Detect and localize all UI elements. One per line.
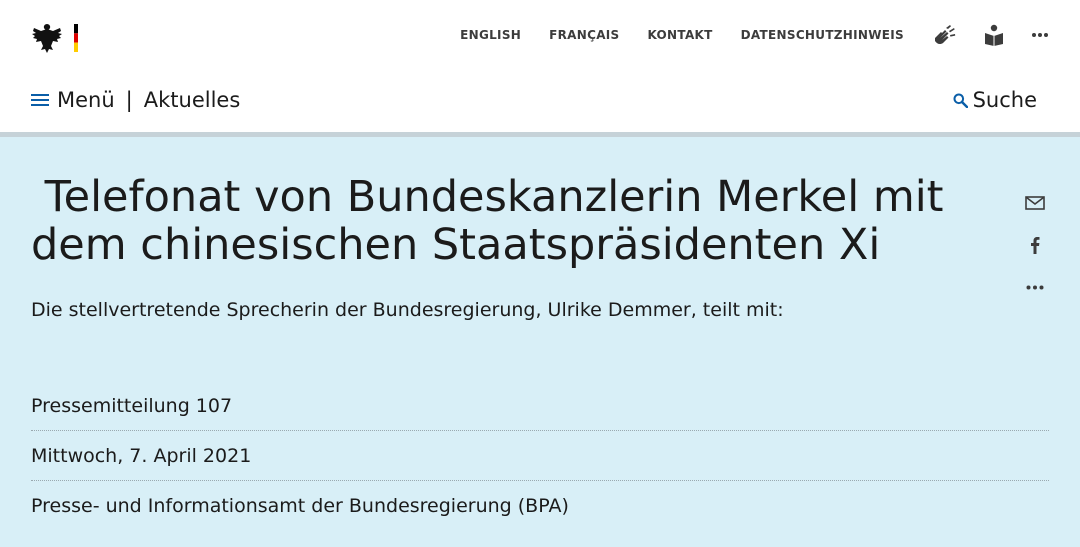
link-kontakt[interactable]: KONTAKT <box>648 28 713 42</box>
top-bar: ENGLISH FRANÇAIS KONTAKT DATENSCHUTZHINW… <box>0 0 1080 72</box>
section-label[interactable]: Aktuelles <box>144 88 241 112</box>
menu-label: Menü <box>57 88 115 112</box>
link-english[interactable]: ENGLISH <box>460 28 521 42</box>
easy-language-icon[interactable] <box>984 24 1004 46</box>
article-header: Telefonat von Bundeskanzlerin Merkel mit… <box>0 137 1080 547</box>
page-title: Telefonat von Bundeskanzlerin Merkel mit… <box>31 172 958 270</box>
link-datenschutz[interactable]: DATENSCHUTZHINWEIS <box>741 28 904 42</box>
facebook-icon[interactable] <box>1030 224 1040 266</box>
more-icon[interactable] <box>1032 32 1048 38</box>
main-navigation-bar: Menü | Aktuelles Suche <box>0 72 1080 132</box>
menu-button[interactable]: Menü | Aktuelles <box>31 88 240 112</box>
sign-language-icon[interactable] <box>932 24 956 46</box>
publication-date: Mittwoch, 7. April 2021 <box>31 431 1049 481</box>
search-button[interactable]: Suche <box>953 88 1037 112</box>
share-more-icon[interactable] <box>1026 266 1044 308</box>
article-subtitle: Die stellvertretende Sprecherin der Bund… <box>31 299 784 321</box>
hamburger-icon <box>31 93 49 107</box>
search-icon <box>953 93 968 108</box>
article-meta: Pressemitteilung 107 Mittwoch, 7. April … <box>31 381 1049 531</box>
publisher: Presse- und Informationsamt der Bundesre… <box>31 495 569 517</box>
search-label: Suche <box>972 88 1037 112</box>
separator: | <box>125 88 133 112</box>
share-bar <box>1024 182 1046 308</box>
federal-eagle-logo[interactable] <box>31 20 81 56</box>
mail-icon[interactable] <box>1025 182 1045 224</box>
link-francais[interactable]: FRANÇAIS <box>549 28 619 42</box>
press-release-number: Pressemitteilung 107 <box>31 381 1049 431</box>
service-navigation: ENGLISH FRANÇAIS KONTAKT DATENSCHUTZHINW… <box>432 20 1048 50</box>
